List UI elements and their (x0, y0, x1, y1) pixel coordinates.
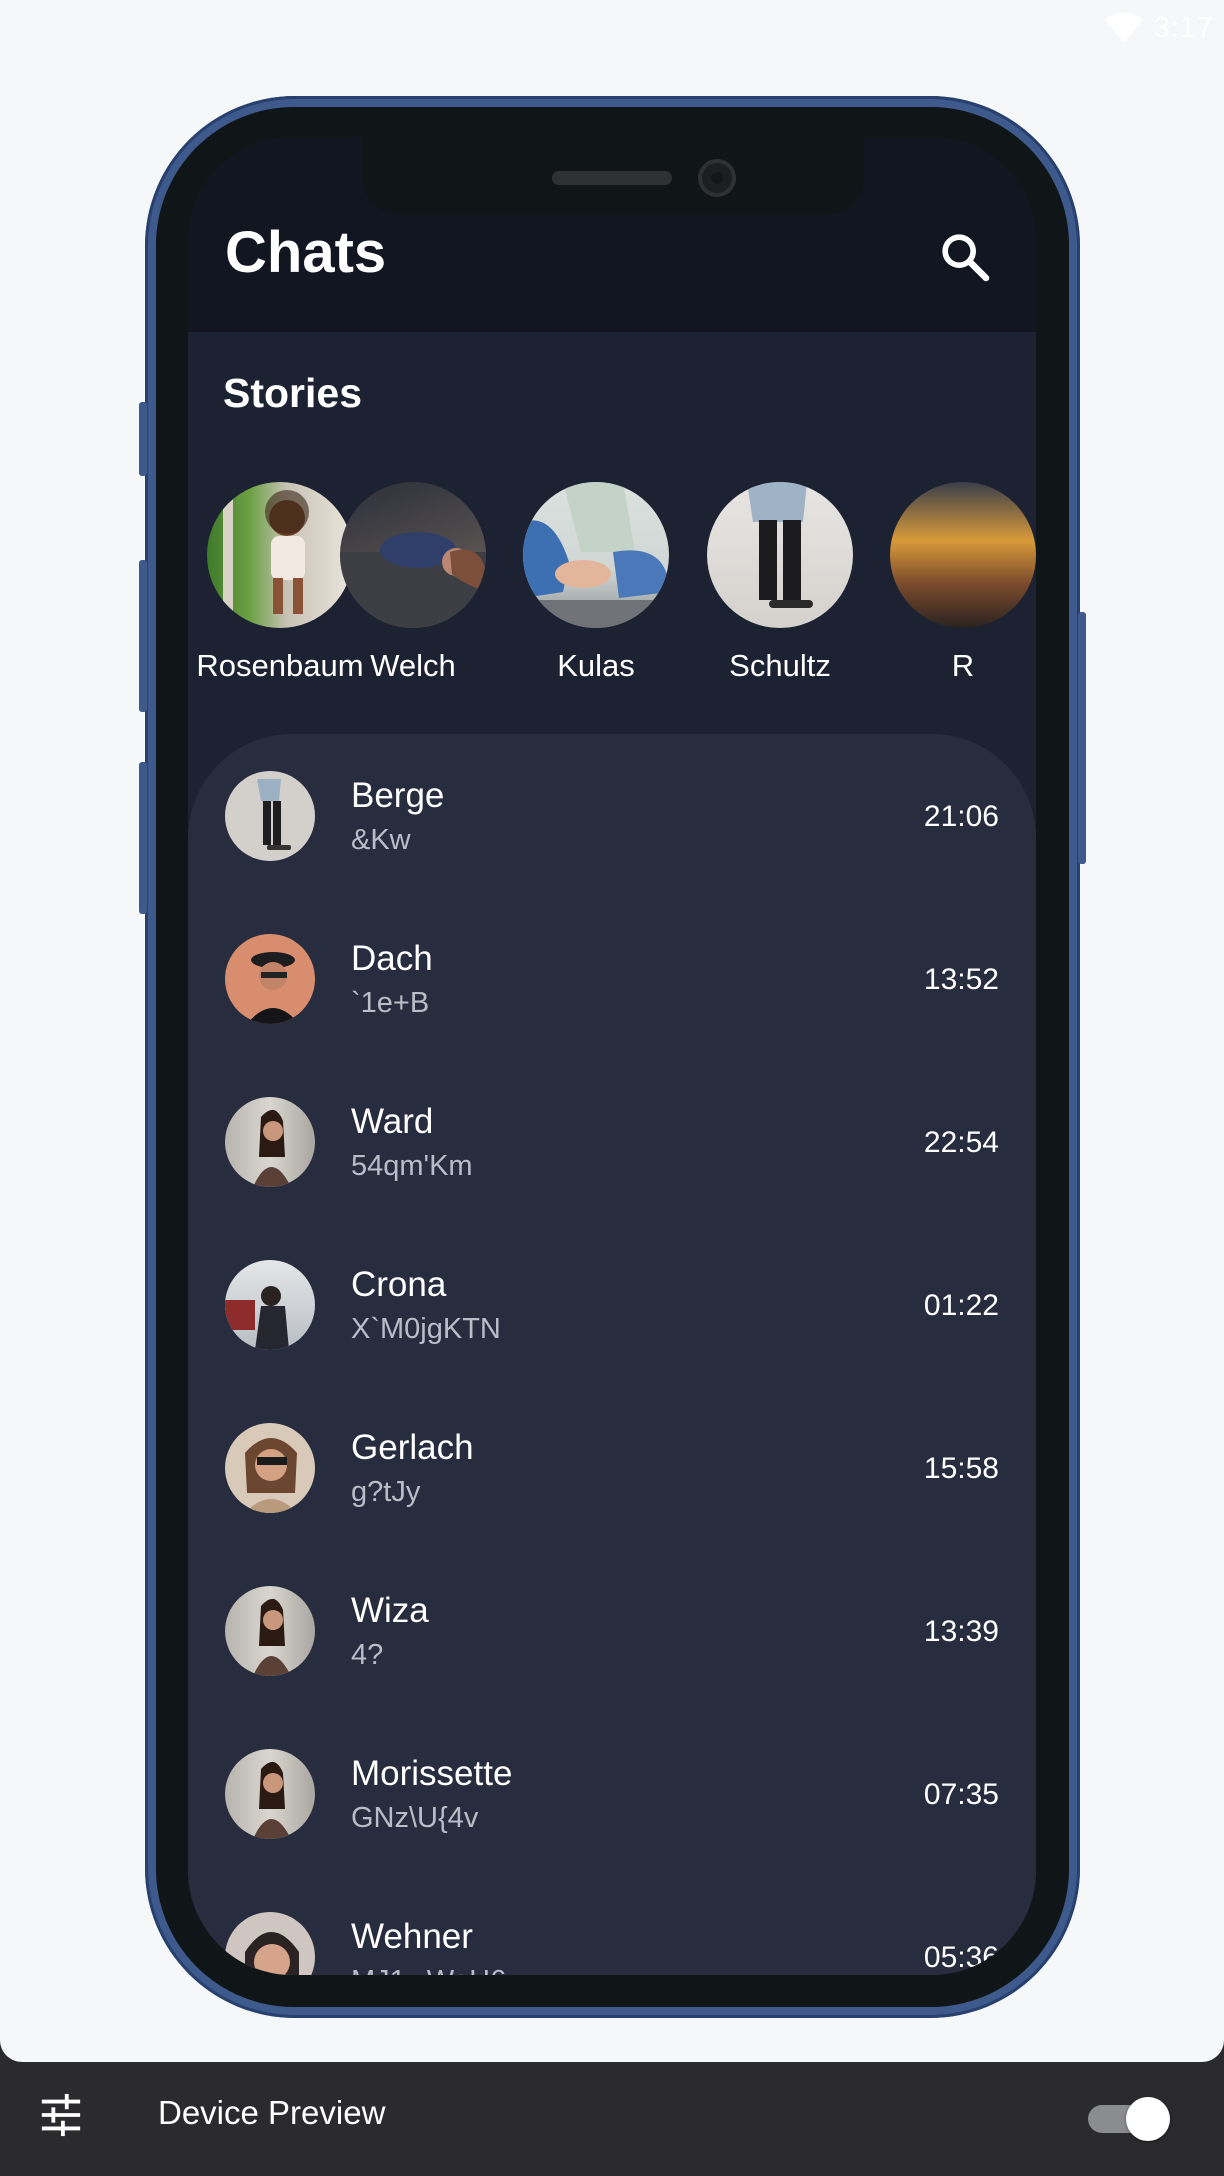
chat-last-message: g?tJy (351, 1476, 421, 1508)
phone-notch (362, 137, 864, 215)
chat-list[interactable]: Berge &Kw 21:06 Dach `1e+B 13:52 Ward 54… (188, 734, 1036, 1975)
chat-row[interactable]: Ward 54qm'Km 22:54 (188, 1060, 1036, 1223)
chat-last-message: X`M0jgKTN (351, 1313, 501, 1345)
story-item[interactable]: R (868, 482, 1036, 684)
avatar (225, 1260, 315, 1350)
chat-row[interactable]: Wehner MJ1wWaH6y 05:36 (188, 1875, 1036, 1975)
volume-up-button (139, 560, 147, 712)
avatar (225, 1912, 315, 1975)
toggle-knob (1126, 2097, 1170, 2141)
story-item[interactable]: Welch (318, 482, 508, 684)
chat-name: Dach (351, 939, 433, 978)
skater-photo-icon (747, 482, 813, 608)
story-item[interactable]: Kulas (501, 482, 691, 684)
chat-last-message: MJ1wWaH6y (351, 1965, 521, 1975)
speaker-grille (552, 171, 672, 185)
chat-row[interactable]: Crona X`M0jgKTN 01:22 (188, 1223, 1036, 1386)
avatar (225, 934, 315, 1024)
story-avatar (340, 482, 486, 628)
avatar (225, 1586, 315, 1676)
stories-heading: Stories (223, 370, 362, 416)
chat-row[interactable]: Wiza 4? 13:39 (188, 1549, 1036, 1712)
story-avatar (890, 482, 1036, 628)
avatar (225, 1749, 315, 1839)
phone-screen: Chats Stories Rosenbaum Welch Kulas Schu… (188, 137, 1036, 1975)
chat-time: 15:58 (923, 1452, 999, 1485)
volume-down-button (139, 762, 147, 914)
avatar (225, 1097, 315, 1187)
chat-row[interactable]: Dach `1e+B 13:52 (188, 897, 1036, 1060)
story-name: Kulas (557, 648, 635, 683)
chat-last-message: 54qm'Km (351, 1150, 473, 1182)
mute-switch (139, 402, 147, 476)
avatar (225, 771, 315, 861)
chat-time: 22:54 (923, 1126, 999, 1159)
chat-time: 07:35 (923, 1778, 999, 1811)
story-avatar (707, 482, 853, 628)
chat-name: Morissette (351, 1754, 513, 1793)
sitting-people-photo-icon (523, 482, 669, 628)
chat-name: Wehner (351, 1917, 473, 1956)
chat-row[interactable]: Gerlach g?tJy 15:58 (188, 1386, 1036, 1549)
device-preview-toggle[interactable] (1088, 2097, 1170, 2141)
story-item[interactable]: Schultz (685, 482, 875, 684)
story-name: R (951, 648, 975, 683)
chat-name: Crona (351, 1265, 447, 1304)
chat-time: 13:52 (923, 963, 999, 996)
tune-icon[interactable] (38, 2092, 84, 2138)
chat-time: 05:36 (923, 1941, 999, 1974)
chat-row[interactable]: Morissette GNz\U{4v 07:35 (188, 1712, 1036, 1875)
chat-time: 21:06 (923, 800, 999, 833)
chat-last-message: `1e+B (351, 987, 430, 1019)
chat-name: Gerlach (351, 1428, 474, 1467)
chat-row[interactable]: Berge &Kw 21:06 (188, 734, 1036, 897)
chat-last-message: &Kw (351, 824, 411, 856)
chat-name: Berge (351, 776, 445, 815)
story-name: Welch (370, 648, 456, 683)
camera-icon (698, 159, 736, 197)
status-bar: 3:17 (1104, 8, 1214, 48)
stories-list[interactable]: Rosenbaum Welch Kulas Schultz R (188, 482, 1036, 707)
person-lying-photo-icon (340, 532, 486, 628)
story-avatar (523, 482, 669, 628)
search-icon[interactable] (937, 229, 993, 285)
chat-last-message: GNz\U{4v (351, 1802, 479, 1834)
wifi-icon (1104, 12, 1143, 43)
chat-last-message: 4? (351, 1639, 384, 1671)
story-name: Schultz (729, 648, 831, 683)
chat-time: 13:39 (923, 1615, 999, 1648)
chat-name: Ward (351, 1102, 434, 1141)
chat-time: 01:22 (923, 1289, 999, 1322)
page-title: Chats (225, 220, 387, 285)
preview-canvas: 3:17 Chats Stories Rosenbaum Welch Kulas… (0, 0, 1224, 2062)
power-button (1078, 612, 1086, 864)
avatar (225, 1423, 315, 1513)
device-preview-label: Device Preview (158, 2094, 386, 2131)
chat-name: Wiza (351, 1591, 429, 1630)
status-time: 3:17 (1153, 11, 1214, 44)
